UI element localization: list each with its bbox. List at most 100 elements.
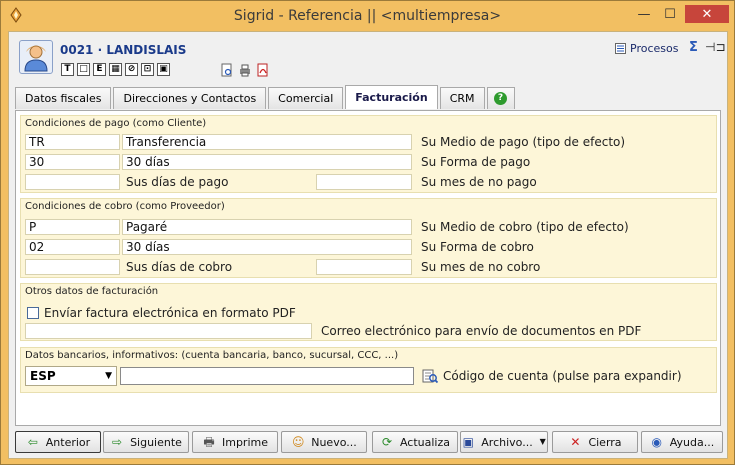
factura-pdf-label: Envíar factura electrónica en formato PD… bbox=[44, 306, 296, 320]
imprime-label: Imprime bbox=[221, 435, 268, 449]
tab-direcciones[interactable]: Direcciones y Contactos bbox=[113, 87, 267, 109]
tab-comercial[interactable]: Comercial bbox=[268, 87, 344, 109]
siguiente-button[interactable]: ⇨ Siguiente bbox=[103, 431, 189, 453]
sigma-icon[interactable]: Σ bbox=[689, 40, 698, 55]
printer-icon: 🖶 bbox=[203, 435, 215, 449]
cierra-label: Cierra bbox=[588, 435, 622, 449]
minimize-button[interactable]: — bbox=[631, 5, 657, 23]
tab-facturacion[interactable]: Facturación bbox=[345, 85, 438, 109]
refresh-icon: ⟳ bbox=[381, 435, 392, 449]
country-select[interactable]: ESP ▼ bbox=[25, 366, 117, 386]
help-globe-icon: ◉ bbox=[651, 435, 662, 449]
actualiza-label: Actualiza bbox=[399, 435, 451, 449]
close-window-button[interactable]: ✕ bbox=[685, 5, 729, 23]
close-icon: ✕ bbox=[570, 435, 581, 449]
archivo-label: Archivo... bbox=[481, 435, 533, 449]
procesos-button[interactable]: Procesos bbox=[615, 42, 678, 55]
cobro-mes-label: Su mes de no cobro bbox=[421, 260, 541, 274]
section-bancarios: Datos bancarios, informativos: (cuenta b… bbox=[20, 347, 717, 393]
section-title: Datos bancarios, informativos: (cuenta b… bbox=[25, 350, 399, 361]
actualiza-button[interactable]: ⟳ Actualiza bbox=[372, 431, 458, 453]
record-header: 0021 · LANDISLAIS T □ E ▦ ⊘ ⊡ ▣ Procesos… bbox=[9, 32, 727, 84]
pago-dias-label: Sus días de pago bbox=[126, 175, 229, 189]
cobro-medio-desc[interactable]: Pagaré bbox=[122, 219, 412, 235]
cierra-button[interactable]: ✕ Cierra bbox=[552, 431, 638, 453]
account-label: Código de cuenta (pulse para expandir) bbox=[443, 369, 682, 383]
section-cobro: Condiciones de cobro (como Proveedor) P … bbox=[20, 198, 717, 278]
cobro-medio-code[interactable]: P bbox=[25, 219, 120, 235]
preview-icon[interactable] bbox=[221, 63, 233, 77]
pin-icon[interactable]: ⊣⊐ bbox=[705, 40, 726, 54]
arrow-right-icon: ⇨ bbox=[112, 435, 123, 449]
imprime-button[interactable]: 🖶 Imprime bbox=[192, 431, 278, 453]
title-bar[interactable]: Sigrid - Referencia || <multiempresa> — … bbox=[1, 1, 734, 31]
client-name: 0021 · LANDISLAIS bbox=[60, 43, 187, 57]
avatar[interactable] bbox=[19, 40, 53, 74]
pago-forma-label: Su Forma de pago bbox=[421, 155, 531, 169]
user-icon bbox=[24, 45, 48, 72]
pdf-icon[interactable] bbox=[257, 63, 269, 77]
ayuda-button[interactable]: ◉ Ayuda... bbox=[641, 431, 723, 453]
account-input[interactable] bbox=[120, 367, 414, 385]
pago-medio-label: Su Medio de pago (tipo de efecto) bbox=[421, 135, 626, 149]
text-format-icon[interactable]: T bbox=[61, 63, 74, 76]
chevron-down-icon: ▼ bbox=[539, 437, 546, 446]
arrow-left-icon: ⇦ bbox=[27, 435, 38, 449]
tab-datos-fiscales[interactable]: Datos fiscales bbox=[15, 87, 112, 109]
pago-medio-code[interactable]: TR bbox=[25, 134, 120, 150]
section-pago: Condiciones de pago (como Cliente) TR Tr… bbox=[20, 115, 717, 193]
cobro-dias-input[interactable] bbox=[25, 259, 120, 275]
grid-icon[interactable]: ▣ bbox=[157, 63, 170, 76]
document-toolbar bbox=[221, 63, 269, 77]
bottom-toolbar: ⇦ Anterior ⇨ Siguiente 🖶 Imprime ☺ Nuevo… bbox=[9, 428, 727, 458]
pago-mes-input[interactable] bbox=[316, 174, 412, 190]
expand-account-icon[interactable] bbox=[422, 368, 438, 384]
cobro-mes-input[interactable] bbox=[316, 259, 412, 275]
tab-crm[interactable]: CRM bbox=[439, 87, 485, 109]
section-otros: Otros datos de facturación Envíar factur… bbox=[20, 283, 717, 341]
email-pdf-input[interactable] bbox=[25, 323, 312, 339]
nuevo-button[interactable]: ☺ Nuevo... bbox=[281, 431, 367, 453]
procesos-label: Procesos bbox=[630, 42, 679, 55]
pago-dias-input[interactable] bbox=[25, 174, 120, 190]
chevron-down-icon: ▼ bbox=[105, 371, 112, 381]
image-icon[interactable]: ⊡ bbox=[141, 63, 154, 76]
facturacion-panel: Condiciones de pago (como Cliente) TR Tr… bbox=[15, 110, 721, 426]
ayuda-label: Ayuda... bbox=[669, 435, 715, 449]
anterior-button[interactable]: ⇦ Anterior bbox=[15, 431, 101, 453]
block-icon[interactable]: ⊘ bbox=[125, 63, 138, 76]
new-user-icon: ☺ bbox=[291, 435, 305, 449]
pago-forma-code[interactable]: 30 bbox=[25, 154, 120, 170]
cobro-forma-desc[interactable]: 30 días bbox=[122, 239, 412, 255]
format-toolbar: T □ E ▦ ⊘ ⊡ ▣ bbox=[61, 63, 170, 76]
section-title: Condiciones de pago (como Cliente) bbox=[25, 118, 207, 129]
window-title: Sigrid - Referencia || <multiempresa> bbox=[233, 8, 502, 24]
pago-medio-desc[interactable]: Transferencia bbox=[122, 134, 412, 150]
color-palette-icon[interactable]: ▦ bbox=[109, 63, 122, 76]
section-title: Condiciones de cobro (como Proveedor) bbox=[25, 201, 225, 212]
client-area: 0021 · LANDISLAIS T □ E ▦ ⊘ ⊡ ▣ Procesos… bbox=[8, 31, 728, 459]
app-window: Sigrid - Referencia || <multiempresa> — … bbox=[0, 0, 735, 465]
print-icon[interactable] bbox=[239, 63, 251, 77]
country-value: ESP bbox=[30, 369, 56, 383]
note-icon[interactable]: □ bbox=[77, 63, 90, 76]
nuevo-label: Nuevo... bbox=[311, 435, 357, 449]
cobro-medio-label: Su Medio de cobro (tipo de efecto) bbox=[421, 220, 629, 234]
cobro-dias-label: Sus días de cobro bbox=[126, 260, 233, 274]
list-icon bbox=[615, 43, 626, 54]
archivo-button[interactable]: ▣ Archivo... ▼ bbox=[460, 431, 548, 453]
factura-pdf-checkbox[interactable] bbox=[27, 307, 39, 319]
email-pdf-label: Correo electrónico para envío de documen… bbox=[321, 324, 642, 338]
pago-forma-desc[interactable]: 30 días bbox=[122, 154, 412, 170]
cobro-forma-label: Su Forma de cobro bbox=[421, 240, 534, 254]
tab-help[interactable]: ? bbox=[486, 87, 515, 109]
help-icon: ? bbox=[494, 92, 508, 105]
pago-mes-label: Su mes de no pago bbox=[421, 175, 537, 189]
siguiente-label: Siguiente bbox=[130, 435, 182, 449]
section-title: Otros datos de facturación bbox=[25, 286, 159, 297]
maximize-button[interactable]: ☐ bbox=[657, 5, 683, 23]
tab-strip: Datos fiscales Direcciones y Contactos C… bbox=[15, 85, 517, 109]
anterior-label: Anterior bbox=[45, 435, 91, 449]
cobro-forma-code[interactable]: 02 bbox=[25, 239, 120, 255]
edit-icon[interactable]: E bbox=[93, 63, 106, 76]
